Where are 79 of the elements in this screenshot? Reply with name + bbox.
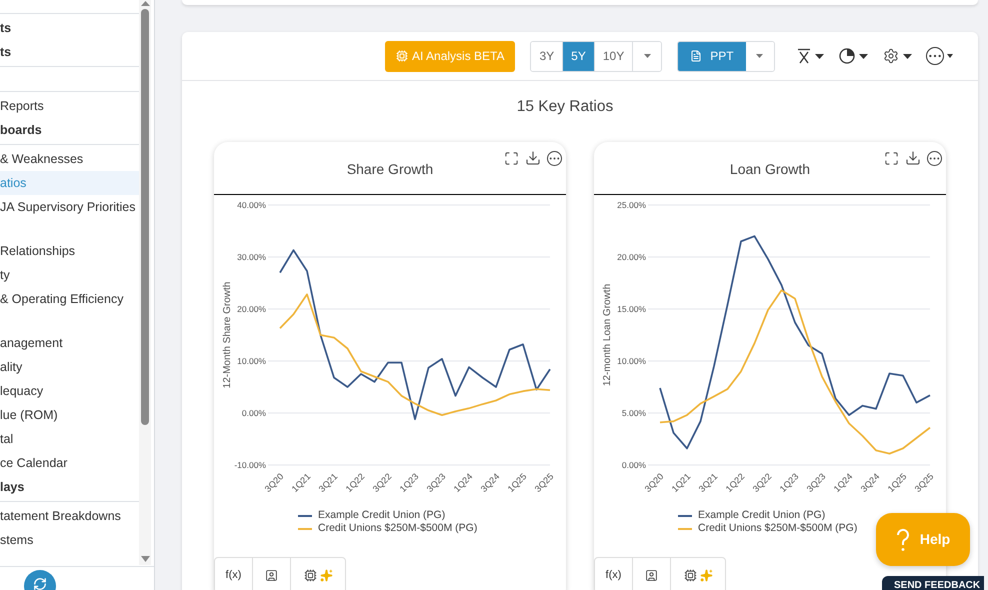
sidebar-item[interactable]: Reports — [0, 94, 139, 118]
more-icon — [926, 47, 944, 65]
legend-swatch — [678, 528, 692, 530]
expand-icon[interactable] — [884, 150, 899, 166]
y-tick-label: 30.00% — [237, 252, 266, 262]
period-tab[interactable]: 5Y — [563, 42, 595, 70]
sidebar-item[interactable]: Relationships — [0, 239, 139, 263]
expand-icon[interactable] — [504, 150, 519, 166]
sparkle-icon — [320, 568, 332, 582]
chart-title: Loan Growth — [730, 160, 810, 179]
legend-label[interactable]: Credit Unions $250M-$500M (PG) — [318, 522, 478, 536]
chip-icon — [684, 568, 696, 582]
scroll-up-icon[interactable] — [140, 1, 150, 6]
y-tick-label: -10.00% — [234, 460, 266, 470]
download-icon[interactable] — [905, 150, 921, 166]
sidebar-item[interactable]: & Operating Efficiency — [0, 287, 139, 311]
y-axis-title: 12-Month Share Growth — [222, 282, 233, 389]
average-menu[interactable] — [796, 48, 824, 64]
sidebar-item[interactable]: JA Supervisory Priorities — [0, 195, 139, 219]
scroll-thumb[interactable] — [141, 9, 149, 425]
sidebar-item[interactable]: & Weaknesses — [0, 147, 139, 171]
more-menu[interactable] — [926, 47, 953, 65]
y-axis-title: 12-month Loan Growth — [602, 284, 613, 386]
section-title: 15 Key Ratios — [516, 97, 614, 117]
y-tick-label: 40.00% — [237, 200, 266, 210]
y-tick-label: 25.00% — [617, 200, 646, 210]
more-icon[interactable] — [927, 150, 942, 166]
sparkle-icon — [700, 568, 712, 582]
caret-icon — [814, 54, 824, 58]
legend-swatch — [298, 528, 312, 530]
caret-icon — [946, 54, 953, 58]
y-tick-label: 0.00% — [622, 460, 646, 470]
sidebar-item[interactable]: ty — [0, 263, 139, 287]
more-icon[interactable] — [547, 150, 562, 166]
scrollbar[interactable] — [139, 0, 151, 565]
sidebar-item[interactable]: anagement — [0, 331, 139, 355]
legend-label[interactable]: Example Credit Union (PG) — [698, 509, 826, 522]
refresh-icon — [33, 577, 47, 590]
caret-icon — [902, 54, 912, 58]
send-feedback-tab[interactable]: SEND FEEDBACK — [882, 576, 984, 590]
legend-label[interactable]: Example Credit Union (PG) — [318, 509, 446, 522]
y-tick-label: 10.00% — [237, 356, 266, 366]
settings-icon — [882, 48, 899, 64]
sidebar-item[interactable]: tal — [0, 427, 139, 451]
settings-menu[interactable] — [882, 48, 912, 64]
sidebar-item[interactable]: lequacy — [0, 379, 139, 403]
ppt-button[interactable]: PPT — [678, 42, 746, 70]
file-icon — [690, 50, 702, 62]
legend-swatch — [678, 514, 692, 517]
sidebar-item[interactable]: ce Calendar — [0, 451, 139, 475]
y-tick-label: 20.00% — [617, 252, 646, 262]
sidebar-item[interactable]: lue (ROM) — [0, 403, 139, 427]
sidebar-heading[interactable]: lays — [0, 475, 139, 499]
download-icon[interactable] — [525, 150, 541, 166]
y-tick-label: 10.00% — [617, 356, 646, 366]
chart-title: Share Growth — [346, 160, 434, 179]
caret-icon — [858, 54, 868, 58]
caret-icon — [644, 54, 651, 58]
sidebar-heading[interactable]: boards — [0, 118, 139, 142]
legend-swatch — [298, 514, 312, 517]
question-mark-icon — [896, 528, 910, 552]
y-tick-label: 15.00% — [617, 304, 646, 314]
y-tick-label: 20.00% — [237, 304, 266, 314]
caret-icon — [756, 54, 764, 58]
sidebar-heading[interactable]: ts — [0, 40, 139, 64]
sidebar-item[interactable]: stems — [0, 528, 139, 552]
y-tick-label: 5.00% — [622, 408, 646, 418]
pie-chart-icon — [838, 48, 855, 64]
chip-icon — [304, 568, 316, 582]
chart-type-menu[interactable] — [838, 48, 868, 64]
y-tick-label: 0.00% — [242, 408, 266, 418]
chip-icon — [396, 50, 408, 62]
sidebar-heading[interactable]: ts — [0, 16, 139, 40]
period-tab[interactable]: 3Y — [531, 42, 564, 70]
legend-label[interactable]: Credit Unions $250M-$500M (PG) — [698, 522, 858, 536]
x-bar-icon — [796, 48, 811, 64]
scroll-down-icon[interactable] — [140, 556, 150, 562]
sidebar-item[interactable]: ality — [0, 355, 139, 379]
sidebar-item[interactable]: tatement Breakdowns — [0, 504, 139, 528]
